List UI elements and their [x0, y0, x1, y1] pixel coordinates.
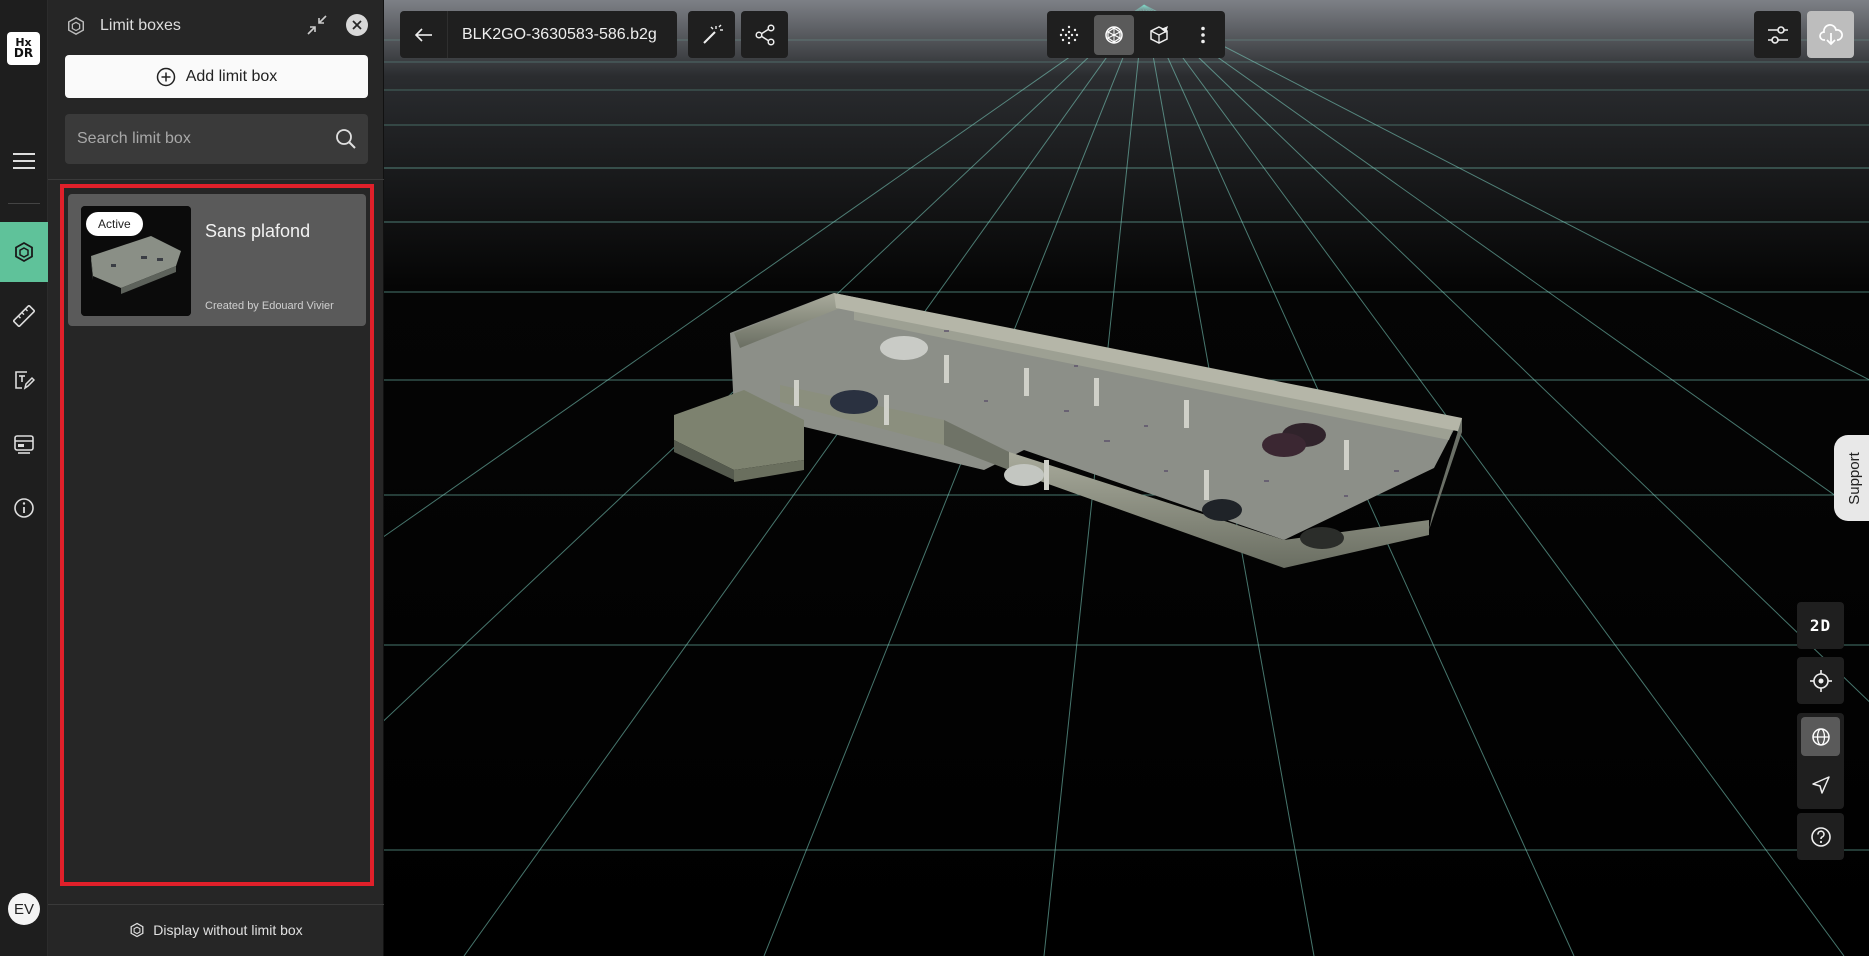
- limit-box-icon: [130, 922, 144, 938]
- help-icon: [1810, 826, 1831, 847]
- limit-box-icon: [68, 16, 84, 36]
- limit-box-icon: [15, 241, 33, 263]
- texture-icon: [1150, 25, 1168, 44]
- panel-divider: [48, 179, 384, 180]
- share-icon: [754, 23, 775, 46]
- view-mode-toolbar: [1047, 11, 1225, 58]
- cloud-download-icon: [1818, 23, 1843, 45]
- display-without-limit-box-label: Display without limit box: [153, 922, 303, 938]
- file-name: BLK2GO-3630583-586.b2g: [447, 11, 677, 58]
- panel-title: Limit boxes: [100, 17, 181, 34]
- fly-mode-button[interactable]: [1801, 765, 1840, 804]
- app-root: Hx DR EV Limit boxes Add limit box Searc…: [0, 0, 1869, 956]
- close-panel-button[interactable]: [346, 14, 368, 36]
- 2d-label: 2D: [1809, 616, 1832, 635]
- file-toolbar: BLK2GO-3630583-586.b2g: [400, 11, 677, 58]
- help-button[interactable]: [1797, 813, 1844, 860]
- hxdr-logo[interactable]: Hx DR: [7, 32, 40, 65]
- measure-icon: [13, 305, 35, 327]
- rail-item-annotate[interactable]: [0, 350, 48, 410]
- view-mode-texture[interactable]: [1137, 11, 1181, 58]
- point-cloud-icon: [1059, 25, 1079, 44]
- search-box: [65, 114, 368, 164]
- navigation-arrow-icon: [1811, 775, 1830, 794]
- menu-button[interactable]: [0, 131, 48, 191]
- edit-tool-group: [688, 11, 735, 58]
- rail-item-info[interactable]: [0, 478, 48, 538]
- view-mode-mesh[interactable]: [1094, 14, 1134, 55]
- add-limit-box-label: Add limit box: [185, 67, 278, 85]
- add-circle-icon: [156, 67, 175, 86]
- download-group: [1807, 11, 1854, 58]
- search-icon[interactable]: [335, 128, 357, 150]
- limit-boxes-panel: Limit boxes Add limit box Search limit b…: [48, 0, 384, 956]
- user-avatar[interactable]: EV: [8, 893, 40, 925]
- mesh-icon: [1105, 25, 1123, 44]
- collapse-icon[interactable]: [306, 14, 328, 36]
- toggle-2d-button[interactable]: 2D: [1797, 602, 1844, 649]
- support-label: Support: [1845, 451, 1863, 505]
- panel-footer-divider: [48, 904, 384, 905]
- support-tab[interactable]: Support: [1834, 435, 1869, 521]
- status-badge: Active: [86, 212, 143, 236]
- limit-box-list: Active Sans plafond Created by Edouard V…: [60, 184, 374, 886]
- menu-icon: [13, 153, 35, 169]
- sliders-icon: [1767, 25, 1788, 44]
- settings-group: [1754, 11, 1801, 58]
- panel-header: Limit boxes: [48, 0, 384, 52]
- views-icon: [14, 435, 34, 454]
- 3d-viewport[interactable]: BLK2GO-3630583-586.b2g Support 2D: [384, 0, 1869, 956]
- magic-wand-icon: [702, 24, 723, 44]
- left-rail: Hx DR EV: [0, 0, 48, 956]
- orbit-mode-button[interactable]: [1801, 717, 1840, 756]
- limit-box-created-by: Created by Edouard Vivier: [205, 300, 334, 312]
- scene-canvas[interactable]: [384, 0, 1869, 956]
- cloud-download-button[interactable]: [1807, 11, 1854, 58]
- more-options-button[interactable]: [1181, 11, 1225, 58]
- globe-icon: [1811, 727, 1830, 746]
- annotate-icon: [15, 371, 35, 390]
- limit-box-title: Sans plafond: [205, 221, 311, 241]
- share-button[interactable]: [741, 11, 788, 58]
- add-limit-box-button[interactable]: Add limit box: [65, 55, 368, 98]
- display-without-limit-box-button[interactable]: Display without limit box: [48, 915, 384, 945]
- rail-item-views[interactable]: [0, 414, 48, 474]
- limit-box-thumbnail: Active: [81, 206, 191, 316]
- info-icon: [14, 498, 34, 518]
- arrow-left-icon: [414, 27, 432, 42]
- back-button[interactable]: [400, 11, 447, 58]
- settings-button[interactable]: [1754, 11, 1801, 58]
- share-tool-group: [741, 11, 788, 58]
- view-mode-point-cloud[interactable]: [1047, 11, 1091, 58]
- rail-item-measure[interactable]: [0, 286, 48, 346]
- rail-divider: [8, 203, 40, 204]
- magic-wand-button[interactable]: [688, 11, 735, 58]
- navigation-mode-group: [1797, 713, 1844, 809]
- more-vertical-icon: [1201, 26, 1205, 43]
- close-icon: [352, 20, 362, 30]
- search-input[interactable]: [65, 114, 325, 164]
- locate-button[interactable]: [1797, 657, 1844, 704]
- rail-item-limit-boxes[interactable]: [0, 222, 48, 282]
- crosshair-icon: [1809, 669, 1832, 692]
- logo-bottom-text: DR: [13, 46, 34, 60]
- limit-box-card[interactable]: Active Sans plafond Created by Edouard V…: [68, 194, 366, 326]
